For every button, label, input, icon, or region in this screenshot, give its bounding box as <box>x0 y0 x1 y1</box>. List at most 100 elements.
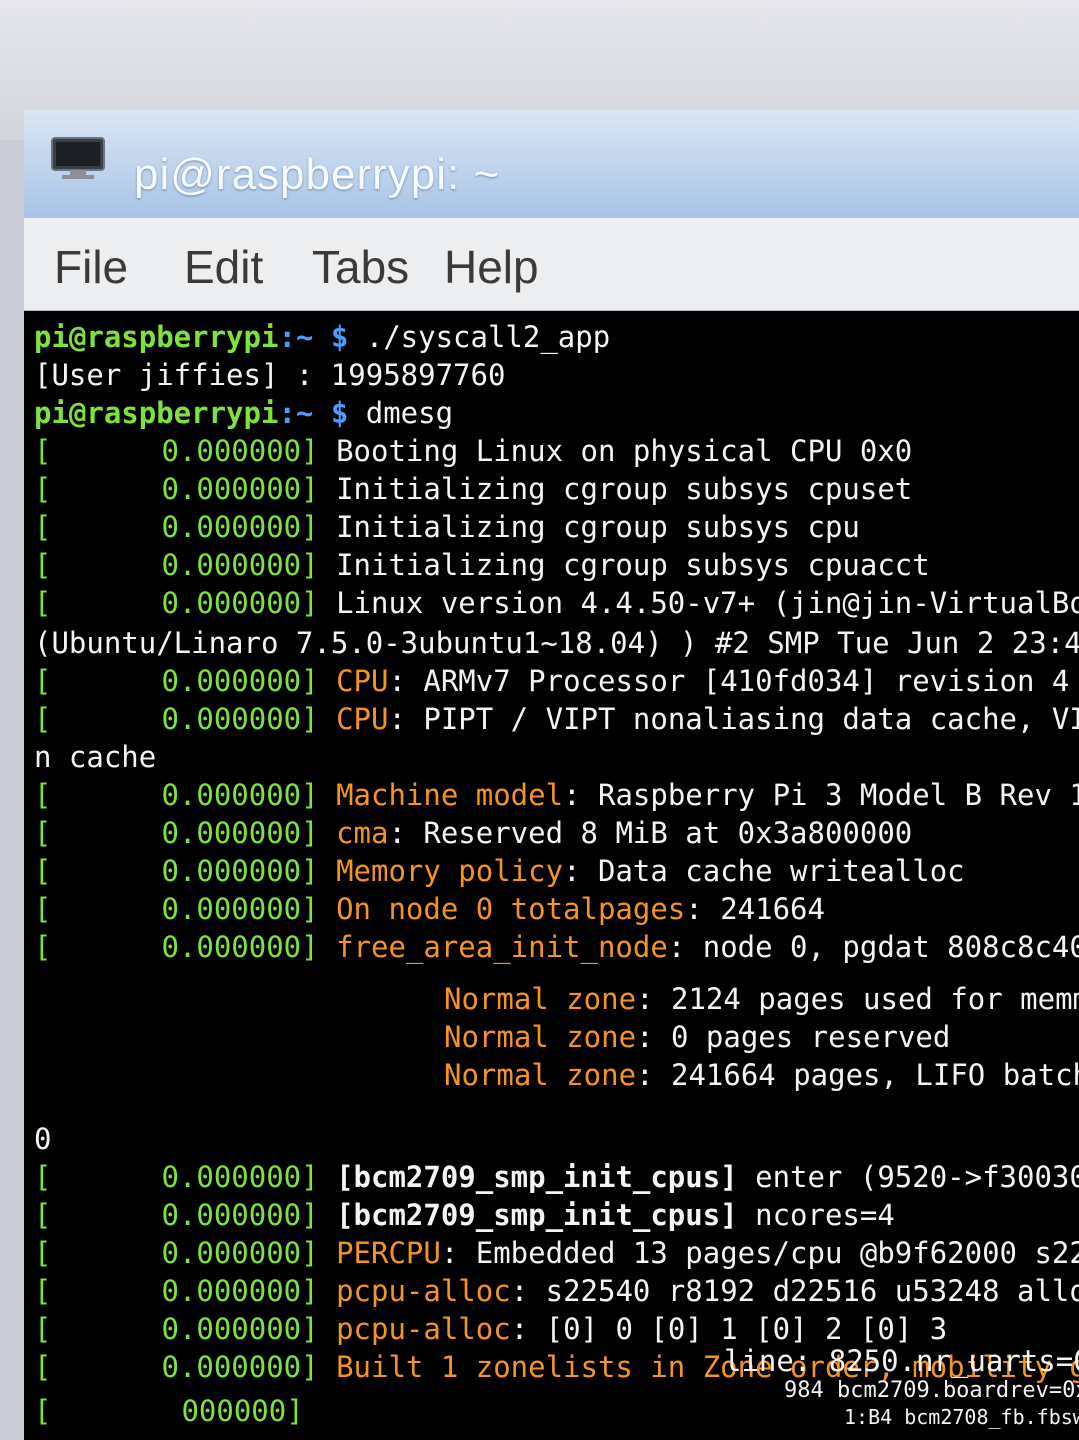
prompt-line: pi@raspberrypi:~ $ ./syscall2_app <box>34 318 610 356</box>
timestamp: 0.000000] <box>161 702 319 736</box>
bracket-open: [ <box>34 472 52 506</box>
timestamp: 0.000000] <box>161 1274 319 1308</box>
prompt-user: pi@raspberrypi <box>34 396 279 430</box>
log-message: : 241664 pages, LIFO batch:31 <box>636 1058 1079 1092</box>
log-key: Memory policy <box>336 854 564 888</box>
timestamp: 0.000000] <box>161 1350 319 1384</box>
timestamp: 0.000000] <box>161 930 319 964</box>
log-message: Linux version 4.4.50-v7+ (jin@jin-Virtua… <box>336 586 1079 620</box>
timestamp: 0.000000] <box>161 472 319 506</box>
log-key: Normal zone <box>444 1020 637 1054</box>
prompt-path: :~ <box>278 320 314 354</box>
dmesg-line: [0.000000] Booting Linux on physical CPU… <box>34 432 912 470</box>
bracket-open: [ <box>34 510 52 544</box>
dmesg-line: [0.000000] Memory policy: Data cache wri… <box>34 852 965 890</box>
dmesg-line: [0.000000] CPU: ARMv7 Processor [410fd03… <box>34 662 1079 700</box>
dmesg-line: [0.000000] [bcm2709_smp_init_cpus] enter… <box>34 1158 1079 1196</box>
terminal-app-icon <box>51 137 105 179</box>
bracket-open: [ <box>34 702 52 736</box>
bracket-open: [ <box>34 664 52 698</box>
prompt-line: pi@raspberrypi:~ $ dmesg <box>34 394 453 432</box>
menu-bar: File Edit Tabs Help <box>24 218 1079 311</box>
timestamp: 000000] <box>181 1394 304 1428</box>
dmesg-line: Normal zone: 0 pages reserved <box>444 1018 950 1056</box>
timestamp: 0.000000] <box>161 1312 319 1346</box>
prompt-user: pi@raspberrypi <box>34 320 279 354</box>
dmesg-line: [0.000000] free_area_init_node: node 0, … <box>34 928 1079 966</box>
dmesg-line: [000000] <box>34 1392 304 1430</box>
bracket-open: [ <box>34 1198 52 1232</box>
log-message: : s22540 r8192 d22516 u53248 alloc=1 <box>510 1274 1079 1308</box>
cmdline-fragment: 1:B4 bcm2708_fb.fbswa <box>844 1405 1079 1429</box>
command-text: dmesg <box>348 396 454 430</box>
menu-edit[interactable]: Edit <box>184 240 263 294</box>
timestamp: 0.000000] <box>161 510 319 544</box>
menu-tabs[interactable]: Tabs <box>312 240 409 294</box>
log-key: pcpu-alloc <box>336 1312 511 1346</box>
bracket-open: [ <box>34 586 52 620</box>
dmesg-line: Normal zone: 241664 pages, LIFO batch:31 <box>444 1056 1079 1094</box>
prompt-symbol: $ <box>313 320 349 354</box>
bracket-open: [ <box>34 816 52 850</box>
log-message: Initializing cgroup subsys cpuacct <box>336 548 930 582</box>
bracket-open: [ <box>34 778 52 812</box>
log-message: : PIPT / VIPT nonaliasing data cache, VI… <box>388 702 1079 736</box>
timestamp: 0.000000] <box>161 1236 319 1270</box>
log-message: ncores=4 <box>737 1198 895 1232</box>
dmesg-line: [0.000000] PERCPU: Embedded 13 pages/cpu… <box>34 1234 1079 1272</box>
dmesg-line: [0.000000] On node 0 totalpages: 241664 <box>34 890 825 928</box>
terminal-output[interactable]: pi@raspberrypi:~ $ ./syscall2_app [User … <box>24 312 1079 1440</box>
bracket-open: [ <box>34 930 52 964</box>
bracket-open: [ <box>34 1274 52 1308</box>
bracket-open: [ <box>34 1394 52 1428</box>
timestamp: 0.000000] <box>161 854 319 888</box>
log-message: : Embedded 13 pages/cpu @b9f62000 s22540 <box>440 1236 1079 1270</box>
bracket-open: [ <box>34 1236 52 1270</box>
log-message: : Raspberry Pi 3 Model B Rev 1.2 <box>563 778 1079 812</box>
zero-marker: 0 <box>34 1122 52 1156</box>
log-message: : Reserved 8 MiB at 0x3a800000 <box>388 816 913 850</box>
dmesg-line: [0.000000] cma: Reserved 8 MiB at 0x3a80… <box>34 814 912 852</box>
bracket-open: [ <box>34 854 52 888</box>
dmesg-line: [0.000000] Linux version 4.4.50-v7+ (jin… <box>34 584 1079 622</box>
bracket-open: [ <box>34 892 52 926</box>
wrap-left: (Ubuntu/Linaro <box>34 626 279 660</box>
timestamp: 0.000000] <box>161 816 319 850</box>
dmesg-line: [0.000000] pcpu-alloc: s22540 r8192 d225… <box>34 1272 1079 1310</box>
bracket-open: [ <box>34 548 52 582</box>
dmesg-line: [0.000000] Machine model: Raspberry Pi 3… <box>34 776 1079 814</box>
menu-help[interactable]: Help <box>444 240 539 294</box>
command-text: ./syscall2_app <box>348 320 611 354</box>
log-message: enter (9520->f3003010) <box>755 1160 1079 1194</box>
log-message: : ARMv7 Processor [410fd034] revision 4 … <box>388 664 1079 698</box>
wrap-right: 7.5.0-3ubuntu1~18.04) ) #2 SMP Tue Jun 2… <box>295 626 1079 660</box>
wrapped-line: (Ubuntu/Linaro 7.5.0-3ubuntu1~18.04) ) #… <box>34 624 1079 662</box>
timestamp: 0.000000] <box>161 1198 319 1232</box>
dmesg-line: Normal zone: 2124 pages used for memmap <box>444 980 1079 1018</box>
timestamp: 0.000000] <box>161 586 319 620</box>
menu-file[interactable]: File <box>54 240 128 294</box>
log-key: [bcm2709_smp_init_cpus] <box>336 1198 738 1232</box>
dmesg-line: [0.000000] Initializing cgroup subsys cp… <box>34 508 860 546</box>
dmesg-line: [0.000000] CPU: PIPT / VIPT nonaliasing … <box>34 700 1079 738</box>
log-key: cma <box>336 816 389 850</box>
log-key: CPU <box>336 664 389 698</box>
log-key: CPU <box>336 702 389 736</box>
log-message: : node 0, pgdat 808c8c40, n <box>667 930 1079 964</box>
log-key: Normal zone <box>444 982 637 1016</box>
log-key: PERCPU <box>336 1236 441 1270</box>
timestamp: 0.000000] <box>161 664 319 698</box>
timestamp: 0.000000] <box>161 778 319 812</box>
log-message: Initializing cgroup subsys cpuset <box>336 472 913 506</box>
bracket-open: [ <box>34 434 52 468</box>
log-key: Machine model <box>336 778 564 812</box>
wrapped-line: n cache <box>34 740 157 774</box>
dmesg-line: [0.000000] Initializing cgroup subsys cp… <box>34 470 912 508</box>
title-bar[interactable]: pi@raspberrypi: ~ <box>24 110 1079 219</box>
log-key: Normal zone <box>444 1058 637 1092</box>
log-message: Booting Linux on physical CPU 0x0 <box>336 434 913 468</box>
timestamp: 0.000000] <box>161 548 319 582</box>
dmesg-line: [0.000000] Initializing cgroup subsys cp… <box>34 546 930 584</box>
log-message: : [0] 0 [0] 1 [0] 2 [0] 3 <box>510 1312 948 1346</box>
bracket-open: [ <box>34 1160 52 1194</box>
